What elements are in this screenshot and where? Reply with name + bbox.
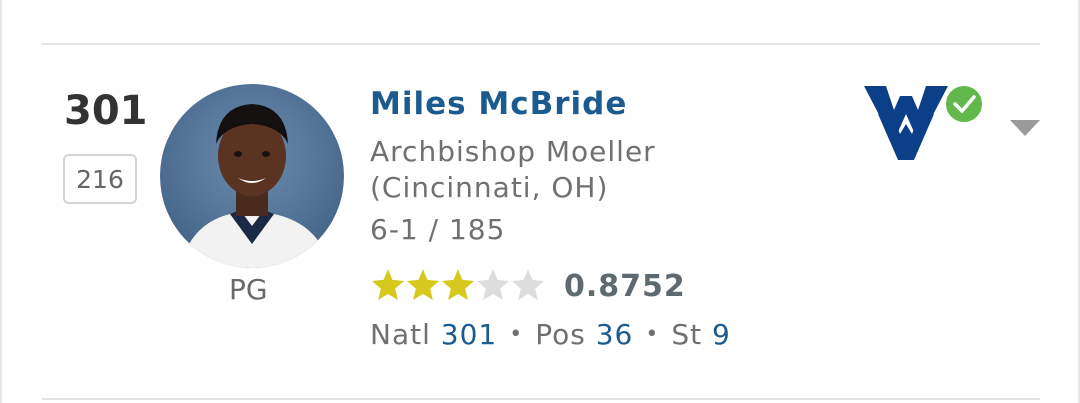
chevron-down-icon[interactable] bbox=[1008, 118, 1042, 138]
composite-rating: 0.8752 bbox=[564, 269, 686, 304]
high-school: Archbishop Moeller (Cincinnati, OH) bbox=[370, 135, 656, 204]
star-filled-icon bbox=[406, 269, 440, 300]
natl-label: Natl bbox=[370, 318, 431, 351]
player-position: PG bbox=[229, 273, 268, 306]
star-filled-icon bbox=[441, 269, 475, 300]
st-label: St bbox=[671, 318, 703, 351]
west-virginia-logo[interactable] bbox=[864, 84, 948, 162]
star-filled-icon bbox=[371, 269, 405, 300]
pos-label: Pos bbox=[535, 318, 586, 351]
ranking-summary: Natl 301 • Pos 36 • St 9 bbox=[370, 318, 731, 351]
star-rating bbox=[370, 266, 545, 304]
separator-dot: • bbox=[645, 322, 660, 347]
row-divider-bottom bbox=[42, 398, 1040, 400]
overall-rank: 301 bbox=[64, 88, 148, 134]
checkmark-icon bbox=[944, 84, 984, 124]
player-avatar[interactable] bbox=[160, 84, 344, 268]
separator-dot: • bbox=[509, 322, 524, 347]
star-empty-icon bbox=[476, 269, 510, 300]
star-empty-icon bbox=[511, 269, 545, 300]
previous-rank-badge: 216 bbox=[63, 154, 137, 204]
natl-rank-link[interactable]: 301 bbox=[441, 318, 497, 351]
recruit-list-page: 301 216 PG Miles McBride Archbishop Moel… bbox=[0, 0, 1080, 403]
player-name-link[interactable]: Miles McBride bbox=[370, 86, 627, 122]
st-rank-link[interactable]: 9 bbox=[712, 318, 731, 351]
row-divider-top bbox=[42, 43, 1040, 45]
player-photo bbox=[160, 84, 344, 268]
height-weight: 6-1 / 185 bbox=[370, 213, 506, 246]
left-border bbox=[0, 0, 2, 403]
pos-rank-link[interactable]: 36 bbox=[596, 318, 634, 351]
